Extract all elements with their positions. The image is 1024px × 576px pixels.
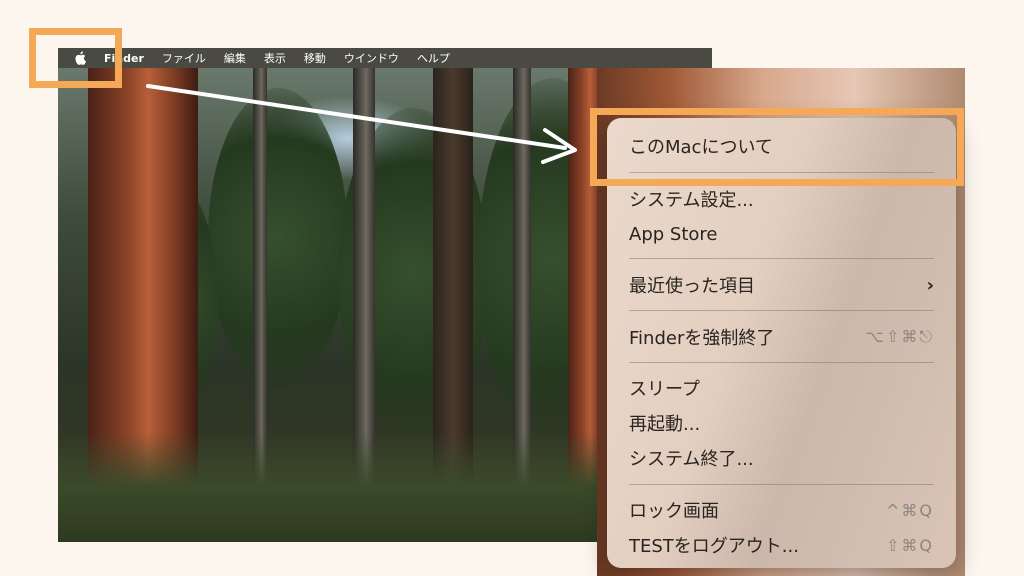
menu-separator [629, 258, 934, 259]
menu-separator [629, 310, 934, 311]
menu-item-label: システム設定... [629, 190, 754, 211]
menu-item-force-quit[interactable]: Finderを強制終了 ⌥⇧⌘⎋ [629, 322, 934, 352]
keyboard-shortcut: ^⌘Q [886, 500, 934, 520]
menu-item-label: スリープ [629, 379, 700, 400]
menu-item-label: システム終了... [629, 449, 754, 470]
chevron-right-icon: › [926, 274, 934, 296]
menu-separator [629, 362, 934, 363]
menu-item-lock-screen[interactable]: ロック画面 ^⌘Q [629, 495, 934, 525]
menu-item-recent-items[interactable]: 最近使った項目 › [629, 270, 934, 300]
menu-item-shutdown[interactable]: システム終了... [629, 443, 934, 473]
menu-item-label: 再起動... [629, 414, 701, 435]
about-this-mac-highlight-box [590, 108, 964, 186]
menu-item-app-store[interactable]: App Store [629, 219, 934, 249]
menu-item-label: TESTをログアウト... [629, 536, 799, 557]
menu-item-sleep[interactable]: スリープ [629, 373, 934, 403]
menu-item-logout[interactable]: TESTをログアウト... ⇧⌘Q [629, 530, 934, 560]
menu-separator [629, 484, 934, 485]
menu-item-label: App Store [629, 223, 718, 245]
menu-item-label: ロック画面 [629, 501, 719, 522]
keyboard-shortcut: ⇧⌘Q [886, 535, 934, 555]
menu-item-system-settings[interactable]: システム設定... [629, 184, 934, 214]
menu-item-restart[interactable]: 再起動... [629, 408, 934, 438]
keyboard-shortcut: ⌥⇧⌘⎋ [865, 327, 934, 346]
menu-item-label: 最近使った項目 [629, 276, 755, 297]
menu-item-label: Finderを強制終了 [629, 328, 775, 349]
